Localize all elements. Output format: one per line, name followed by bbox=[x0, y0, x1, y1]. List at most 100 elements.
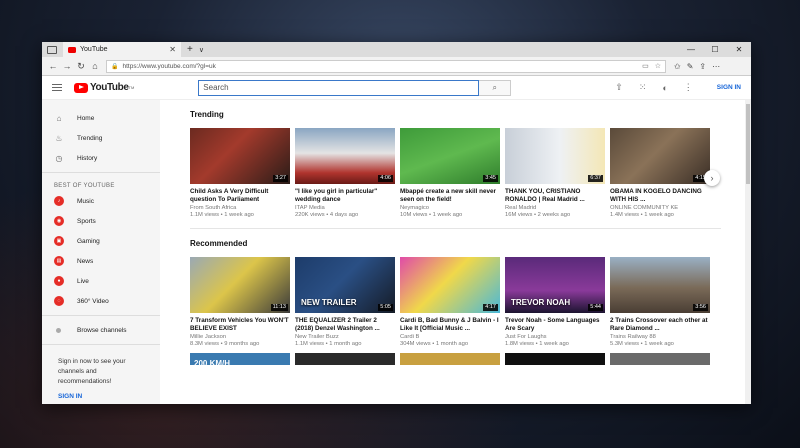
sidebar-item-sports[interactable]: ◉ Sports bbox=[42, 211, 160, 231]
video-card[interactable]: TREVOR NOAH 5:44 Trevor Noah - Some Langua… bbox=[505, 257, 605, 347]
new-tab-button[interactable]: + bbox=[187, 44, 193, 55]
url-actions: ▭ ☆ bbox=[642, 62, 661, 70]
sidebar-item-news[interactable]: ▤ News bbox=[42, 251, 160, 271]
favorite-star-icon[interactable]: ☆ bbox=[655, 62, 661, 70]
home-icon: ⌂ bbox=[56, 113, 62, 123]
video-title[interactable]: OBAMA IN KOGELO DANCING WITH HIS ... bbox=[610, 188, 710, 204]
video-channel[interactable]: Neymagico bbox=[400, 205, 500, 211]
back-icon[interactable]: ← bbox=[46, 61, 60, 71]
sidebar-item-label: News bbox=[77, 257, 94, 265]
messages-icon[interactable]: ◐ bbox=[662, 83, 667, 93]
video-channel[interactable]: Trains Railway 88 bbox=[610, 334, 710, 340]
minimize-button[interactable]: — bbox=[679, 42, 703, 57]
sidebar-item-trending[interactable]: ♨ Trending bbox=[42, 128, 160, 148]
video-thumbnail[interactable]: 6:37 bbox=[505, 128, 605, 184]
video-channel[interactable]: From South Africa bbox=[190, 205, 290, 211]
video-title[interactable]: THANK YOU, CRISTIANO RONALDO | Real Madr… bbox=[505, 188, 605, 204]
video-channel[interactable]: ITAP Media bbox=[295, 205, 395, 211]
video-thumbnail[interactable]: TREVOR NOAH 5:44 bbox=[505, 257, 605, 313]
video-title[interactable]: 2 Trains Crossover each other at Rare Di… bbox=[610, 317, 710, 333]
settings-dots-icon[interactable]: ⋮ bbox=[684, 82, 693, 93]
video-title[interactable]: Trevor Noah - Some Languages Are Scary bbox=[505, 317, 605, 333]
sidebar-sign-in-link[interactable]: SIGN IN bbox=[42, 387, 160, 404]
search-input[interactable]: Search bbox=[198, 79, 480, 96]
apps-grid-icon[interactable]: ⁙ bbox=[639, 82, 647, 93]
video-card[interactable]: 4:15 OBAMA IN KOGELO DANCING WITH HIS ...… bbox=[610, 128, 710, 218]
video-thumbnail[interactable]: 11:13 bbox=[190, 257, 290, 313]
search-button[interactable]: ⌕ bbox=[479, 79, 512, 96]
sidebar-item-home[interactable]: ⌂ Home bbox=[42, 108, 160, 128]
video-thumbnail-preview[interactable]: 200 KM/H bbox=[190, 353, 290, 368]
sidebar-item-gaming[interactable]: ▣ Gaming bbox=[42, 231, 160, 251]
video-title[interactable]: Child Asks A Very Difficult question To … bbox=[190, 188, 290, 204]
sidebar-item-360-video[interactable]: ◌ 360° Video bbox=[42, 291, 160, 311]
home-icon[interactable]: ⌂ bbox=[88, 61, 102, 71]
tab-title: YouTube bbox=[80, 46, 108, 53]
video-thumbnail-preview[interactable] bbox=[295, 353, 395, 365]
video-thumbnail[interactable]: NEW TRAILER 5:05 bbox=[295, 257, 395, 313]
video-card[interactable]: 6:37 THANK YOU, CRISTIANO RONALDO | Real … bbox=[505, 128, 605, 218]
video-card[interactable]: 4:17 Cardi B, Bad Bunny & J Balvin - I Li… bbox=[400, 257, 500, 347]
video-duration: 6:37 bbox=[588, 175, 603, 182]
maximize-button[interactable]: ☐ bbox=[703, 42, 727, 57]
sidebar-item-history[interactable]: ◷ History bbox=[42, 148, 160, 168]
video-thumbnail[interactable]: 3:45 bbox=[400, 128, 500, 184]
recommended-heading[interactable]: Recommended bbox=[190, 239, 751, 248]
share-icon[interactable]: ⇪ bbox=[699, 62, 706, 71]
video-channel[interactable]: Real Madrid bbox=[505, 205, 605, 211]
sidebar-item-browse-channels[interactable]: Browse channels bbox=[42, 320, 160, 340]
url-field[interactable]: 🔒 https://www.youtube.com/?gl=uk ▭ ☆ bbox=[106, 59, 666, 73]
refresh-icon[interactable]: ↻ bbox=[74, 61, 88, 72]
video-card[interactable]: 4:06 "I like you girl in particular" wedd… bbox=[295, 128, 395, 218]
video-card[interactable]: 11:13 7 Transform Vehicles You WON'T BELI… bbox=[190, 257, 290, 347]
more-icon[interactable]: ⋯ bbox=[712, 62, 720, 71]
reading-view-icon[interactable]: ▭ bbox=[642, 62, 649, 70]
tab-actions-icon[interactable] bbox=[47, 45, 57, 54]
close-window-button[interactable]: ✕ bbox=[727, 42, 751, 57]
video-thumbnail[interactable]: 4:06 bbox=[295, 128, 395, 184]
video-meta: 8.3M views • 9 months ago bbox=[190, 341, 260, 347]
video-card[interactable]: 3:45 Mbappé create a new skill never seen… bbox=[400, 128, 500, 218]
sidebar-item-music[interactable]: ♪ Music bbox=[42, 191, 160, 211]
video-title[interactable]: Cardi B, Bad Bunny & J Balvin - I Like I… bbox=[400, 317, 500, 333]
page-scrollbar[interactable] bbox=[745, 100, 751, 404]
video-meta: 10M views • 1 week ago bbox=[400, 212, 463, 218]
video-thumbnail[interactable]: 3:27 bbox=[190, 128, 290, 184]
upload-icon[interactable]: ⇧ bbox=[615, 82, 623, 93]
video-thumbnail-preview[interactable] bbox=[400, 353, 500, 365]
sidebar-item-live[interactable]: ● Live bbox=[42, 271, 160, 291]
video-channel[interactable]: Cardi B bbox=[400, 334, 500, 340]
video-card[interactable]: 3:27 Child Asks A Very Difficult question… bbox=[190, 128, 290, 218]
video-channel[interactable]: Millie Jackson bbox=[190, 334, 290, 340]
shelf-next-button[interactable]: › bbox=[704, 170, 720, 186]
sign-in-button[interactable]: SIGN IN bbox=[717, 84, 741, 91]
video-channel[interactable]: ONLINE COMMUNITY KE bbox=[610, 205, 710, 211]
tab-close-icon[interactable]: ✕ bbox=[169, 45, 176, 54]
scrollbar-thumb[interactable] bbox=[746, 104, 750, 184]
menu-icon[interactable] bbox=[52, 84, 62, 91]
favorites-icon[interactable]: ✩ bbox=[674, 62, 681, 71]
forward-icon[interactable]: → bbox=[60, 61, 74, 71]
video-title[interactable]: "I like you girl in particular" wedding … bbox=[295, 188, 395, 204]
video-thumbnail[interactable]: 3:56 bbox=[610, 257, 710, 313]
tab-youtube[interactable]: YouTube ✕ bbox=[63, 42, 181, 57]
tab-dropdown-icon[interactable]: ∨ bbox=[199, 46, 204, 54]
video-card[interactable]: 3:56 2 Trains Crossover each other at Rar… bbox=[610, 257, 710, 347]
video-title[interactable]: Mbappé create a new skill never seen on … bbox=[400, 188, 500, 204]
video-channel[interactable]: New Trailer Buzz bbox=[295, 334, 395, 340]
video-title[interactable]: THE EQUALIZER 2 Trailer 2 (2018) Denzel … bbox=[295, 317, 395, 333]
video-thumbnail[interactable]: 4:15 bbox=[610, 128, 710, 184]
video-title[interactable]: 7 Transform Vehicles You WON'T BELIEVE E… bbox=[190, 317, 290, 333]
video-thumbnail[interactable]: 4:17 bbox=[400, 257, 500, 313]
video-thumbnail-preview[interactable] bbox=[610, 353, 710, 365]
trending-heading[interactable]: Trending bbox=[190, 110, 751, 119]
gaming-icon: ▣ bbox=[54, 236, 64, 246]
video-channel[interactable]: Just For Laughs bbox=[505, 334, 605, 340]
pen-icon[interactable]: ✎ bbox=[687, 62, 694, 71]
youtube-logo[interactable]: YouTube TM bbox=[74, 82, 134, 93]
video-card[interactable]: NEW TRAILER 5:05 THE EQUALIZER 2 Trailer 2… bbox=[295, 257, 395, 347]
sidebar-item-label: History bbox=[77, 154, 98, 162]
music-icon: ♪ bbox=[54, 196, 64, 206]
video-thumbnail-preview[interactable] bbox=[505, 353, 605, 365]
sidebar-item-label: Home bbox=[77, 114, 95, 122]
